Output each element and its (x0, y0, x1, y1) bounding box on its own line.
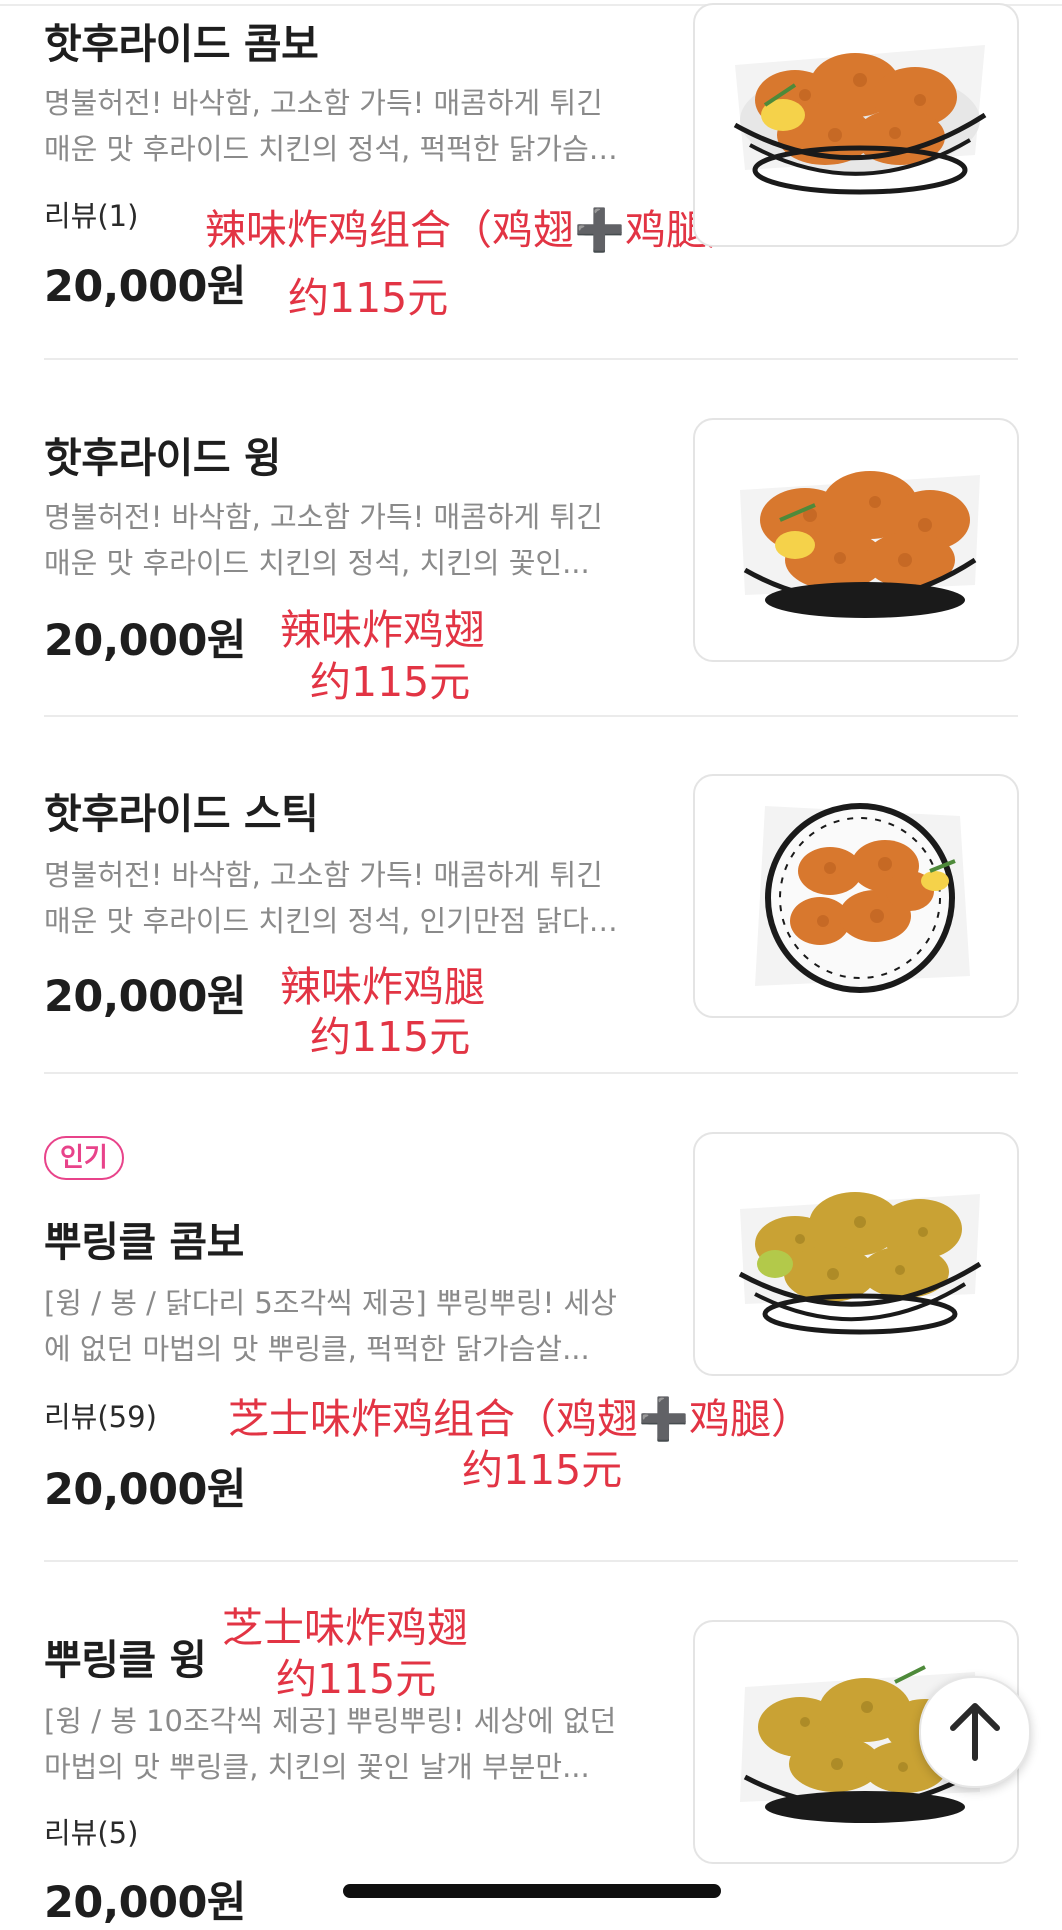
arrow-up-icon (950, 1703, 1000, 1761)
item-name: 핫후라이드 윙 (44, 434, 282, 482)
fried-chicken-drumsticks-icon (755, 803, 970, 993)
item-divider (44, 358, 1018, 360)
cheese-chicken-basket-icon (738, 1192, 982, 1335)
price-annotation: 约115元 (310, 658, 471, 706)
item-description: [윙 / 봉 / 닭다리 5조각씩 제공] 뿌링뿌링! 세상 에 없던 마법의 맛… (44, 1286, 617, 1366)
item-description: 명불허전! 바삭함, 고소함 가득! 매콤하게 튀긴 매운 맛 후라이드 치킨의 … (44, 858, 618, 938)
item-description: 명불허전! 바삭함, 고소함 가득! 매콤하게 튀긴 매운 맛 후라이드 치킨의 … (44, 500, 603, 580)
translation-annotation: 辣味炸鸡翅 (280, 606, 485, 654)
item-divider (44, 715, 1018, 717)
fried-chicken-basket-icon (733, 45, 987, 195)
item-thumbnail[interactable] (693, 1132, 1019, 1376)
price-annotation: 约115元 (276, 1655, 437, 1703)
item-thumbnail[interactable] (693, 3, 1019, 247)
scroll-to-top-button[interactable] (919, 1676, 1031, 1788)
item-divider (44, 1560, 1018, 1562)
item-price: 20,000원 (44, 1878, 247, 1928)
item-name: 핫후라이드 콤보 (44, 20, 319, 68)
review-count[interactable]: 리뷰(5) (44, 1810, 138, 1852)
item-thumbnail[interactable] (693, 418, 1019, 662)
item-name: 핫후라이드 스틱 (44, 790, 319, 838)
review-count[interactable]: 리뷰(59) (44, 1394, 157, 1436)
item-price: 20,000원 (44, 616, 247, 666)
item-name: 뿌링클 콤보 (44, 1218, 244, 1266)
item-price: 20,000원 (44, 972, 247, 1022)
item-description: 명불허전! 바삭함, 고소함 가득! 매콤하게 튀긴 매운 맛 후라이드 치킨의 … (44, 86, 618, 166)
item-description: [윙 / 봉 10조각씩 제공] 뿌링뿌링! 세상에 없던 마법의 맛 뿌링클, … (44, 1704, 617, 1784)
item-price: 20,000원 (44, 1465, 247, 1515)
fried-chicken-wings-icon (740, 471, 980, 618)
price-annotation: 约115元 (310, 1013, 471, 1061)
popular-badge: 인기 (44, 1136, 124, 1180)
review-count[interactable]: 리뷰(1) (44, 193, 138, 235)
home-indicator[interactable] (343, 1884, 721, 1898)
price-annotation: 约115元 (288, 274, 449, 322)
price-annotation: 约115元 (462, 1446, 623, 1494)
item-price: 20,000원 (44, 262, 247, 312)
item-thumbnail[interactable] (693, 774, 1019, 1018)
item-divider (44, 1072, 1018, 1074)
translation-annotation: 辣味炸鸡组合（鸡翅➕鸡腿） (205, 206, 749, 254)
item-name: 뿌링클 윙 (44, 1636, 207, 1684)
